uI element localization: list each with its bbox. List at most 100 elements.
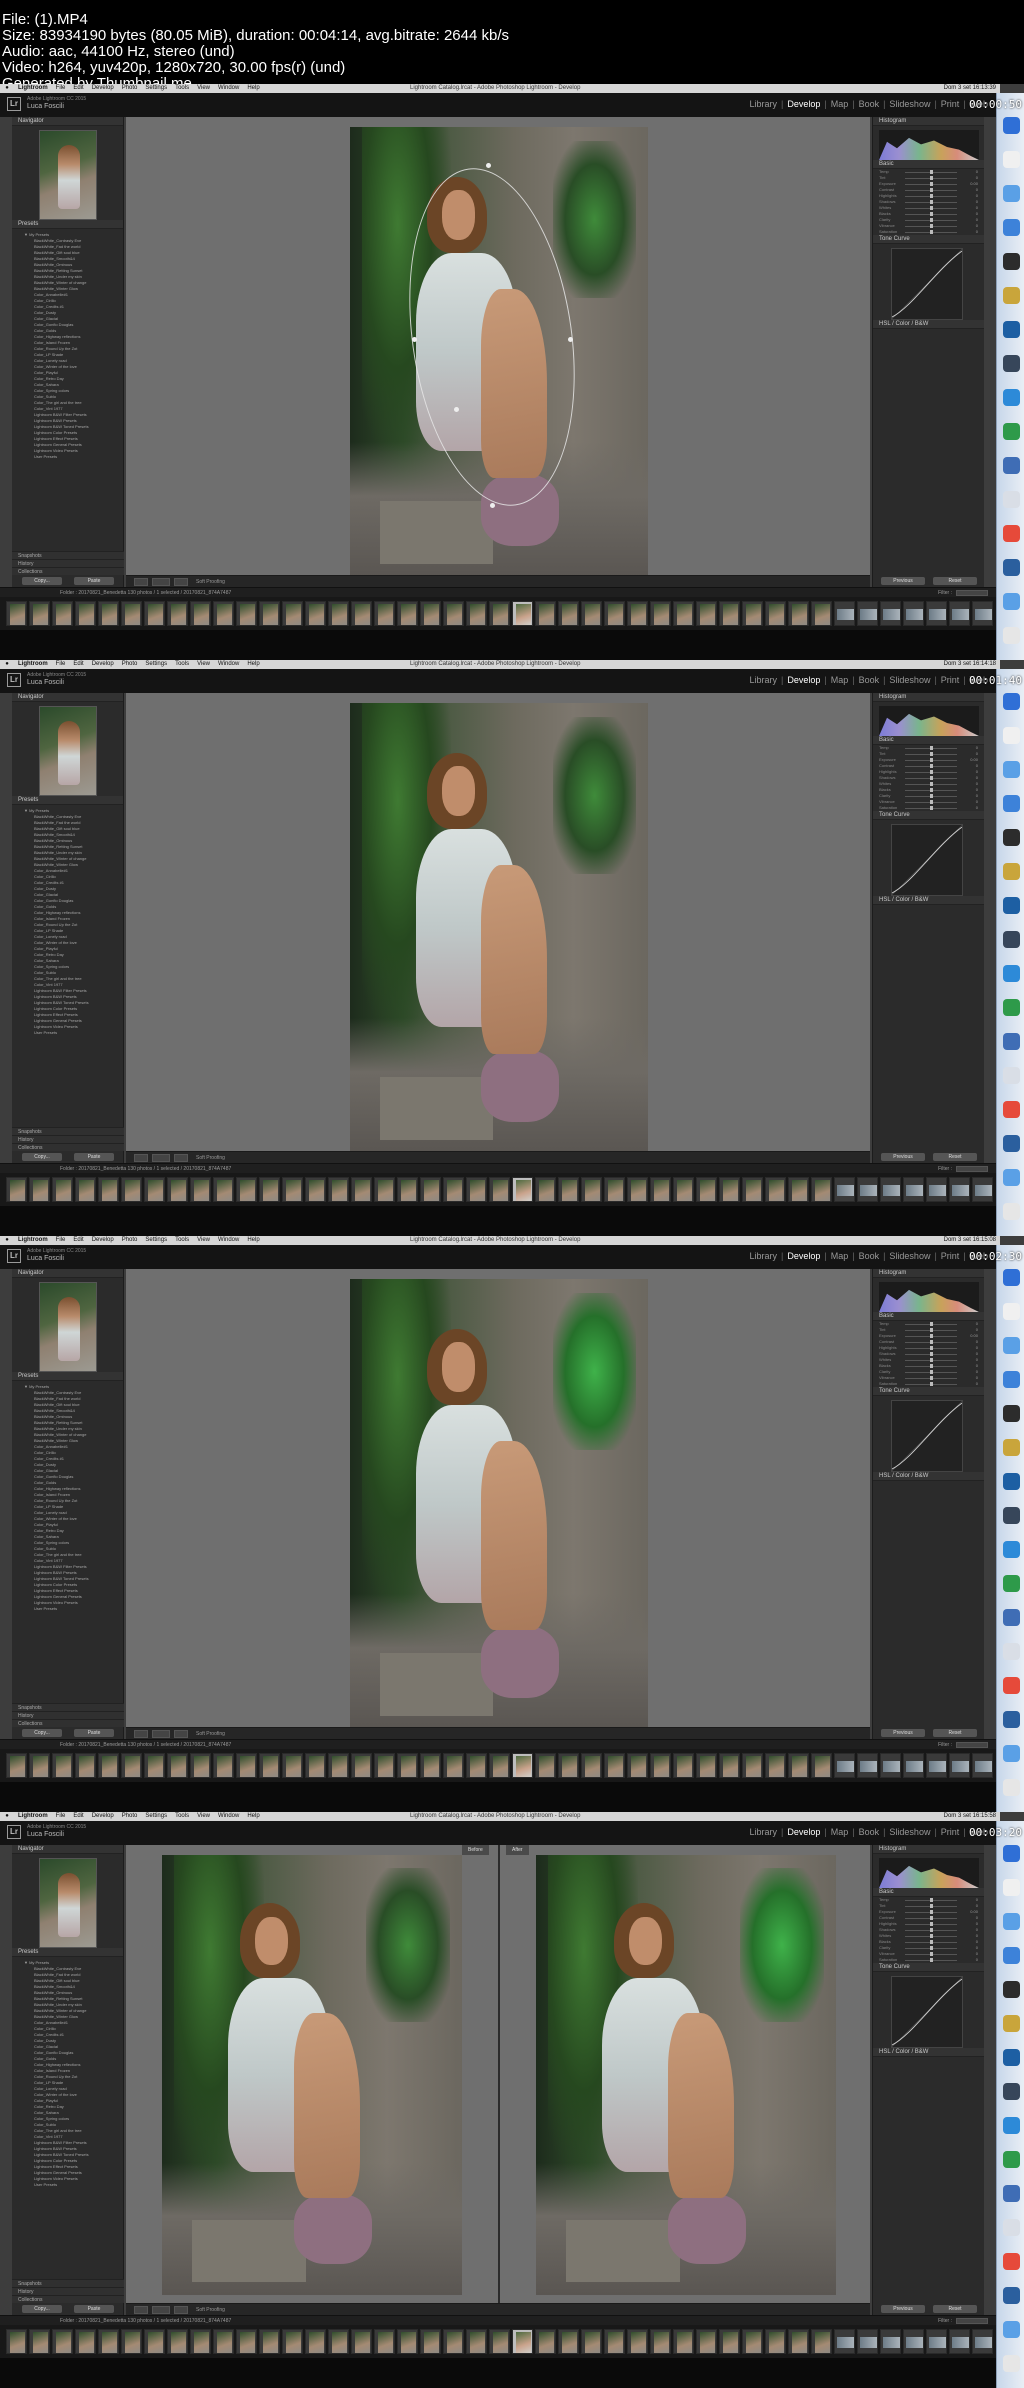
filmstrip-thumbnail[interactable] bbox=[282, 601, 303, 626]
module-book[interactable]: Book bbox=[859, 1827, 880, 1837]
slider-knob[interactable] bbox=[930, 1322, 933, 1326]
histogram-header[interactable]: Histogram bbox=[873, 117, 984, 126]
menu-file[interactable]: File bbox=[52, 660, 70, 669]
system-prefs-icon[interactable] bbox=[1003, 491, 1020, 508]
previous-button[interactable]: Previous bbox=[881, 1729, 925, 1737]
filmstrip-thumbnail[interactable] bbox=[558, 601, 579, 626]
before-after-button[interactable] bbox=[152, 1154, 170, 1162]
hsl-header[interactable]: HSL / Color / B&W bbox=[873, 2048, 984, 2057]
slider-knob[interactable] bbox=[930, 176, 933, 180]
filmstrip-thumbnail[interactable] bbox=[673, 601, 694, 626]
apple-icon[interactable]: ● bbox=[0, 660, 14, 669]
filmstrip-thumbnail[interactable] bbox=[305, 1753, 326, 1778]
history-header[interactable]: History bbox=[12, 1711, 124, 1719]
menu-window[interactable]: Window bbox=[214, 1236, 243, 1245]
slider-knob[interactable] bbox=[930, 206, 933, 210]
copy-button[interactable]: Copy... bbox=[22, 577, 62, 585]
facetime-icon[interactable] bbox=[1003, 2151, 1020, 2168]
menu-app[interactable]: Lightroom bbox=[14, 660, 52, 669]
navigator-thumbnail[interactable] bbox=[39, 1282, 97, 1372]
filmstrip-thumbnail[interactable] bbox=[742, 601, 763, 626]
trash-icon[interactable] bbox=[1003, 1779, 1020, 1796]
filmstrip-thumbnail[interactable] bbox=[926, 1177, 947, 1202]
module-develop[interactable]: Develop bbox=[787, 99, 820, 109]
copy-button[interactable]: Copy... bbox=[22, 2305, 62, 2313]
filmstrip-thumbnail[interactable] bbox=[466, 1177, 487, 1202]
filmstrip-thumbnail[interactable] bbox=[903, 1753, 924, 1778]
filmstrip-thumbnail[interactable] bbox=[167, 2329, 188, 2354]
slider-knob[interactable] bbox=[930, 782, 933, 786]
filmstrip-thumbnail[interactable] bbox=[765, 1753, 786, 1778]
filmstrip-thumbnail[interactable] bbox=[765, 601, 786, 626]
filmstrip-thumbnail[interactable] bbox=[121, 1753, 142, 1778]
word-icon[interactable] bbox=[1003, 1609, 1020, 1626]
filmstrip-thumbnail[interactable] bbox=[259, 1177, 280, 1202]
slider-knob[interactable] bbox=[930, 1910, 933, 1914]
filmstrip-thumbnail[interactable] bbox=[213, 2329, 234, 2354]
module-library[interactable]: Library bbox=[749, 99, 777, 109]
filmstrip-thumbnail[interactable] bbox=[765, 2329, 786, 2354]
menu-photo[interactable]: Photo bbox=[118, 84, 142, 93]
filmstrip-thumbnail[interactable] bbox=[489, 601, 510, 626]
filmstrip-thumbnail[interactable] bbox=[52, 1753, 73, 1778]
before-after-button[interactable] bbox=[152, 2306, 170, 2314]
filmstrip-thumbnail[interactable] bbox=[121, 601, 142, 626]
hsl-header[interactable]: HSL / Color / B&W bbox=[873, 896, 984, 905]
filmstrip-thumbnail[interactable] bbox=[788, 1177, 809, 1202]
tone-curve-header[interactable]: Tone Curve bbox=[873, 1387, 984, 1396]
slider-knob[interactable] bbox=[930, 1952, 933, 1956]
slider-knob[interactable] bbox=[930, 806, 933, 810]
menu-edit[interactable]: Edit bbox=[69, 660, 87, 669]
filmstrip-thumbnail[interactable] bbox=[466, 1753, 487, 1778]
filmstrip-thumbnail[interactable] bbox=[489, 1753, 510, 1778]
zoom-button[interactable] bbox=[174, 2306, 188, 2314]
filmstrip-filter-dropdown[interactable] bbox=[956, 1166, 988, 1172]
filmstrip-thumbnail[interactable] bbox=[650, 1177, 671, 1202]
apple-icon[interactable]: ● bbox=[0, 1236, 14, 1245]
filmstrip-thumbnail[interactable] bbox=[305, 2329, 326, 2354]
filmstrip-thumbnail[interactable] bbox=[903, 2329, 924, 2354]
slider-knob[interactable] bbox=[930, 1358, 933, 1362]
menu-file[interactable]: File bbox=[52, 1236, 70, 1245]
slider-knob[interactable] bbox=[930, 1328, 933, 1332]
terminal-icon[interactable] bbox=[1003, 1405, 1020, 1422]
menu-file[interactable]: File bbox=[52, 84, 70, 93]
filmstrip-thumbnail[interactable] bbox=[6, 1177, 27, 1202]
filmstrip-thumbnail[interactable] bbox=[765, 1177, 786, 1202]
tone-curve-graph[interactable] bbox=[891, 248, 963, 320]
apple-icon[interactable]: ● bbox=[0, 1812, 14, 1821]
module-slideshow[interactable]: Slideshow bbox=[889, 675, 930, 685]
trash-icon[interactable] bbox=[1003, 1203, 1020, 1220]
finder-icon[interactable] bbox=[1003, 1845, 1020, 1862]
notes-icon[interactable] bbox=[1003, 1439, 1020, 1456]
slider-knob[interactable] bbox=[930, 188, 933, 192]
filmstrip-thumbnail[interactable] bbox=[374, 1177, 395, 1202]
menu-photo[interactable]: Photo bbox=[118, 660, 142, 669]
filmstrip-thumbnail[interactable] bbox=[351, 601, 372, 626]
filmstrip-thumbnail[interactable] bbox=[489, 1177, 510, 1202]
snapshots-header[interactable]: Snapshots bbox=[12, 2279, 124, 2287]
image-canvas[interactable] bbox=[126, 693, 870, 1153]
slider-knob[interactable] bbox=[930, 1340, 933, 1344]
slider-knob[interactable] bbox=[930, 1946, 933, 1950]
filmstrip-thumbnail[interactable] bbox=[397, 601, 418, 626]
filmstrip-thumbnail[interactable] bbox=[351, 2329, 372, 2354]
filmstrip-thumbnail[interactable] bbox=[259, 1753, 280, 1778]
menu-app[interactable]: Lightroom bbox=[14, 1812, 52, 1821]
filmstrip-thumbnail[interactable] bbox=[98, 1177, 119, 1202]
menu-app[interactable]: Lightroom bbox=[14, 1236, 52, 1245]
slider-knob[interactable] bbox=[930, 1934, 933, 1938]
slider-knob[interactable] bbox=[930, 752, 933, 756]
basic-header[interactable]: Basic bbox=[873, 1312, 984, 1321]
menu-photo[interactable]: Photo bbox=[118, 1236, 142, 1245]
filmstrip-thumbnail[interactable] bbox=[719, 2329, 740, 2354]
mail-icon[interactable] bbox=[1003, 795, 1020, 812]
filmstrip-thumbnail[interactable] bbox=[328, 601, 349, 626]
filmstrip-thumbnail[interactable] bbox=[673, 2329, 694, 2354]
filmstrip-thumbnail[interactable] bbox=[650, 1753, 671, 1778]
module-slideshow[interactable]: Slideshow bbox=[889, 1251, 930, 1261]
navigator-thumbnail[interactable] bbox=[39, 1858, 97, 1948]
filezilla-icon[interactable] bbox=[1003, 525, 1020, 542]
filmstrip-thumbnail[interactable] bbox=[489, 2329, 510, 2354]
filmstrip-thumbnail[interactable] bbox=[535, 2329, 556, 2354]
